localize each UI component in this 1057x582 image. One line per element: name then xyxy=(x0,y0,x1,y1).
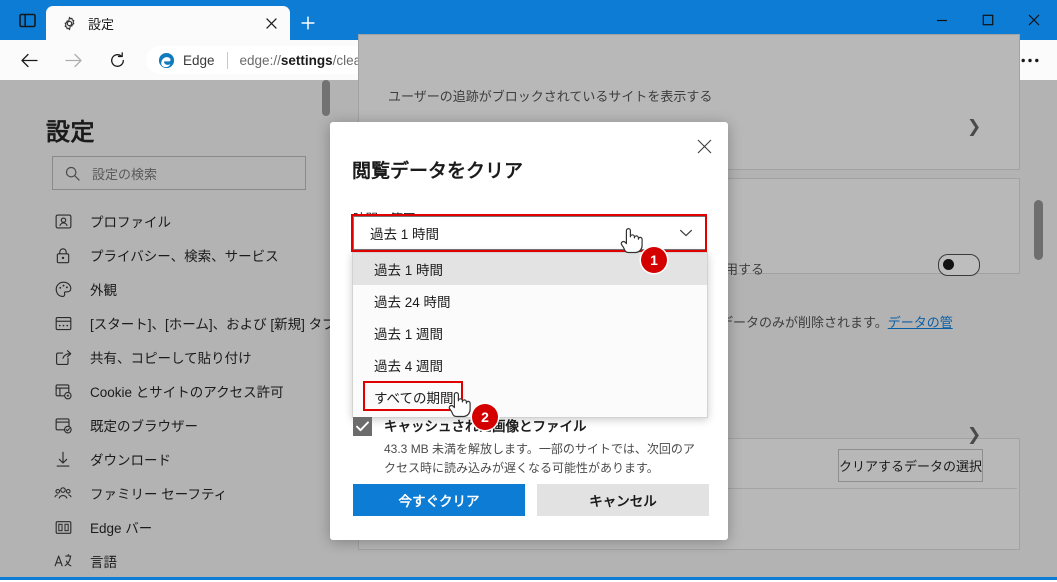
status-bar xyxy=(0,577,1057,580)
sidebar-scrollbar-thumb[interactable] xyxy=(322,80,330,116)
close-icon[interactable] xyxy=(258,10,284,36)
sidebar-item-default-browser[interactable]: 既定のブラウザー xyxy=(52,408,320,442)
sidebar-item-appearance[interactable]: 外観 xyxy=(52,272,320,306)
browser-check-icon xyxy=(52,414,74,436)
sidebar-item-family-safety[interactable]: ファミリー セーフティ xyxy=(52,476,320,510)
close-icon[interactable] xyxy=(688,130,720,162)
page-scrollbar-thumb[interactable] xyxy=(1034,200,1043,260)
search-icon xyxy=(65,166,80,181)
sidebar-item-profile[interactable]: プロファイル xyxy=(52,204,320,238)
lock-icon xyxy=(52,244,74,266)
sidebar-item-label: 言語 xyxy=(90,555,117,570)
palette-icon xyxy=(52,278,74,300)
language-icon xyxy=(52,550,74,572)
sidebar-item-label: ダウンロード xyxy=(90,453,171,468)
profile-icon xyxy=(52,210,74,232)
clear-now-button[interactable]: 今すぐクリア xyxy=(353,484,525,516)
sidebar-item-share-copy-paste[interactable]: 共有、コピーして貼り付け xyxy=(52,340,320,374)
chevron-right-icon[interactable]: ❯ xyxy=(967,425,981,445)
share-icon xyxy=(52,346,74,368)
chevron-down-icon xyxy=(678,225,694,244)
url-highlight: settings xyxy=(280,52,333,68)
secure-dns-toggle[interactable] xyxy=(938,254,980,276)
sidebar-item-label: ファミリー セーフティ xyxy=(90,487,228,502)
chevron-right-icon[interactable]: ❯ xyxy=(967,117,981,137)
browser-tab[interactable]: 設定 xyxy=(46,6,290,40)
sidebar-item-languages[interactable]: 言語 xyxy=(52,544,320,578)
sidebar-item-edge-bar[interactable]: Edge バー xyxy=(52,510,320,544)
window-icon xyxy=(52,312,74,334)
dialog-actions: 今すぐクリア キャンセル xyxy=(353,484,709,516)
sidebar-item-label: 外観 xyxy=(90,283,117,298)
dropdown-option-last-4weeks[interactable]: 過去 4 週間 xyxy=(353,349,707,381)
gear-icon xyxy=(60,14,78,32)
dropdown-option-all-time[interactable]: すべての期間 xyxy=(353,381,707,413)
back-arrow-icon[interactable] xyxy=(14,46,44,74)
time-range-dropdown: 過去 1 時間 過去 24 時間 過去 1 週間 過去 4 週間 すべての期間 xyxy=(352,252,708,418)
cached-images-texts: キャッシュされた画像とファイル 43.3 MB 未満を解放します。一部のサイトで… xyxy=(384,415,702,477)
tracking-row-label: ユーザーの追跡がブロックされているサイトを表示する xyxy=(388,89,713,104)
new-tab-button[interactable] xyxy=(294,10,322,36)
manage-data-link[interactable]: データの管 xyxy=(888,315,953,330)
dropdown-option-last-week[interactable]: 過去 1 週間 xyxy=(353,317,707,349)
dialog-title: 閲覧データをクリア xyxy=(352,161,524,182)
settings-sidebar: 設定 設定の検索 プロファイル プライバシー、検索、サービス 外観 [スタート]… xyxy=(0,80,336,577)
time-range-value: 過去 1 時間 xyxy=(370,227,440,242)
time-range-select[interactable]: 過去 1 時間 xyxy=(353,216,707,250)
mouse-cursor-1 xyxy=(620,222,644,254)
sidebar-item-privacy[interactable]: プライバシー、検索、サービス xyxy=(52,238,320,272)
forward-arrow-icon xyxy=(58,46,88,74)
omnibox-divider xyxy=(226,51,228,69)
download-icon xyxy=(52,448,74,470)
search-input[interactable]: 設定の検索 xyxy=(52,156,306,190)
edge-brand: Edge xyxy=(158,52,215,69)
sidebar-item-start-home-newtab[interactable]: [スタート]、[ホーム]、および [新規] タブ xyxy=(52,306,336,340)
sidebar-item-label: プロファイル xyxy=(90,215,171,230)
cached-images-description: 43.3 MB 未満を解放します。一部のサイトでは、次回のアクセス時に読み込みが… xyxy=(384,442,695,475)
page-title: 設定 xyxy=(46,119,95,146)
tab-actions-icon[interactable] xyxy=(14,8,40,32)
sidebar-item-label: 共有、コピーして貼り付け xyxy=(90,351,252,366)
settings-nav-list: プロファイル プライバシー、検索、サービス 外観 [スタート]、[ホーム]、およ… xyxy=(52,204,336,582)
edgebar-icon xyxy=(52,516,74,538)
sidebar-item-cookies-permissions[interactable]: Cookie とサイトのアクセス許可 xyxy=(52,374,320,408)
sidebar-item-label: 既定のブラウザー xyxy=(90,419,198,434)
edge-logo-icon xyxy=(158,52,175,68)
sidebar-item-label: Edge バー xyxy=(90,521,153,536)
cached-images-checkbox[interactable] xyxy=(353,417,372,436)
cookie-icon xyxy=(52,380,74,402)
choose-data-button[interactable]: クリアするデータの選択 xyxy=(838,449,983,482)
url-prefix: edge:// xyxy=(239,52,281,68)
sidebar-item-downloads[interactable]: ダウンロード xyxy=(52,442,320,476)
sidebar-item-label: プライバシー、検索、サービス xyxy=(90,249,279,264)
step-badge-2: 2 xyxy=(472,404,498,430)
dropdown-option-last-24h[interactable]: 過去 24 時間 xyxy=(353,285,707,317)
sidebar-item-label: [スタート]、[ホーム]、および [新規] タブ xyxy=(90,317,336,332)
mouse-cursor-2 xyxy=(448,386,472,418)
edge-brand-label: Edge xyxy=(183,52,215,68)
browser-window: 設定 Edge edge://settings 設定 設定の検索 プロファイル … xyxy=(0,0,1057,582)
reload-icon[interactable] xyxy=(102,46,132,74)
tab-title: 設定 xyxy=(88,16,115,32)
clear-browsing-data-dialog: 閲覧データをクリア 時間の範囲 過去 1 時間 過去 1 時間 過去 24 時間… xyxy=(330,122,728,540)
cached-images-row: キャッシュされた画像とファイル 43.3 MB 未満を解放します。一部のサイトで… xyxy=(353,415,703,477)
cancel-button[interactable]: キャンセル xyxy=(537,484,709,516)
sidebar-item-label: Cookie とサイトのアクセス許可 xyxy=(90,385,284,400)
search-placeholder: 設定の検索 xyxy=(92,166,158,182)
family-icon xyxy=(52,482,74,504)
step-badge-1: 1 xyxy=(641,247,667,273)
toggle-knob xyxy=(943,259,954,270)
